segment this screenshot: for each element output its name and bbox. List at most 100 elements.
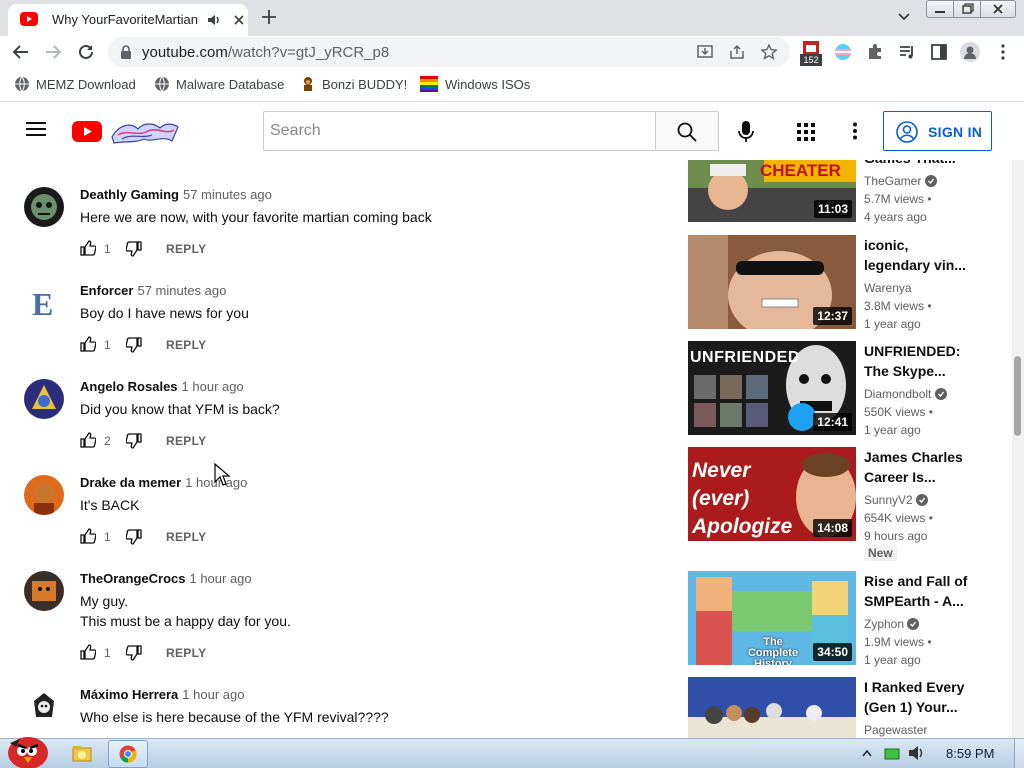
battery-icon[interactable] [884, 747, 900, 761]
recommended-video[interactable]: UNFRIENDED 12:41 UNFRIENDED: The Skype..… [688, 341, 1008, 441]
video-title[interactable]: UNFRIENDED: The Skype... [864, 341, 982, 381]
lock-icon[interactable] [120, 45, 132, 59]
youtube-logo[interactable] [72, 119, 180, 145]
taskbar-clock[interactable]: 8:59 PM [946, 746, 994, 761]
author-name[interactable]: Máximo Herrera [80, 687, 178, 702]
taskbar-chrome-button[interactable] [108, 740, 148, 768]
video-channel[interactable]: SunnyV2 [864, 491, 929, 509]
video-thumbnail[interactable]: The Complete History 34:50 [688, 571, 856, 665]
bookmark-bonzi-buddy[interactable]: Bonzi BUDDY! [300, 76, 410, 94]
comment-time[interactable]: 1 hour ago [182, 687, 244, 702]
recommended-video[interactable]: The Complete History 34:50 Rise and Fall… [688, 571, 1008, 671]
sign-in-button[interactable]: SIGN IN [883, 111, 992, 151]
thumbs-down-icon[interactable] [126, 241, 142, 257]
thumbs-up-icon[interactable] [80, 528, 96, 544]
author-name[interactable]: Deathly Gaming [80, 187, 179, 202]
browser-tab[interactable]: Why YourFavoriteMartian [8, 4, 248, 36]
comment-author[interactable]: TheOrangeCrocs 1 hour ago [80, 571, 252, 586]
thumbs-down-icon[interactable] [126, 529, 142, 545]
back-arrow-icon[interactable] [12, 43, 30, 61]
video-title[interactable]: James Charles Career Is... [864, 447, 982, 487]
reply-button[interactable]: REPLY [166, 530, 206, 544]
video-title[interactable]: Rise and Fall of SMPEarth - A... [864, 571, 982, 611]
video-channel[interactable]: TheGamer [864, 172, 937, 190]
comment-time[interactable]: 57 minutes ago [183, 187, 272, 202]
bookmark-memz-download[interactable]: MEMZ Download [14, 76, 144, 94]
page-scrollbar[interactable] [1012, 160, 1024, 738]
window-close-button[interactable] [980, 0, 1016, 18]
voice-search-microphone-icon[interactable] [737, 121, 755, 143]
window-minimize-button[interactable] [926, 0, 954, 18]
author-name[interactable]: TheOrangeCrocs [80, 571, 185, 586]
thumbs-down-icon[interactable] [126, 645, 142, 661]
new-tab-button[interactable] [260, 8, 278, 26]
reply-button[interactable]: REPLY [166, 434, 206, 448]
thumbs-up-icon[interactable] [80, 432, 96, 448]
hamburger-menu-icon[interactable] [26, 121, 46, 137]
avatar[interactable]: E [24, 283, 64, 323]
install-app-icon[interactable] [696, 43, 714, 61]
close-tab-icon[interactable] [232, 13, 246, 27]
comment-time[interactable]: 1 hour ago [189, 571, 251, 586]
recommended-video[interactable]: 12:37 iconic, legendary vin... Warenya 3… [688, 235, 1008, 335]
window-restore-button[interactable] [953, 0, 981, 18]
video-channel[interactable]: Pagewaster [864, 721, 927, 738]
video-title[interactable]: I Ranked Every (Gen 1) Your... [864, 677, 982, 717]
search-box[interactable] [263, 111, 656, 151]
comment-author[interactable]: Deathly Gaming 57 minutes ago [80, 187, 272, 202]
start-button-angry-bird-icon[interactable] [4, 729, 50, 768]
scrollbar-thumb[interactable] [1014, 356, 1021, 436]
thumbs-down-icon[interactable] [126, 337, 142, 353]
comment-author[interactable]: Angelo Rosales 1 hour ago [80, 379, 244, 394]
reload-icon[interactable] [77, 43, 95, 61]
extensions-puzzle-icon[interactable] [866, 43, 884, 61]
recommended-video[interactable]: CHEATER 11:03 Games That... TheGamer 5.7… [688, 160, 1008, 230]
bookmark-windows-isos[interactable]: Windows ISOs [420, 76, 532, 94]
thumbs-down-icon[interactable] [126, 433, 142, 449]
media-control-icon[interactable] [898, 43, 916, 61]
comment-time[interactable]: 57 minutes ago [137, 283, 226, 298]
settings-more-icon[interactable] [846, 122, 864, 140]
search-button[interactable] [655, 111, 719, 151]
author-name[interactable]: Enforcer [80, 283, 133, 298]
comment-time[interactable]: 1 hour ago [182, 379, 244, 394]
show-desktop-button[interactable] [1014, 739, 1024, 768]
comment-author[interactable]: Enforcer 57 minutes ago [80, 283, 226, 298]
avatar[interactable] [24, 475, 64, 515]
avatar[interactable] [24, 187, 64, 227]
video-thumbnail[interactable]: CHEATER 11:03 [688, 160, 856, 222]
volume-icon[interactable] [908, 745, 926, 761]
side-panel-icon[interactable] [930, 43, 948, 61]
avatar[interactable] [24, 687, 64, 727]
video-title[interactable]: Games That... [864, 160, 982, 168]
thumbs-up-icon[interactable] [80, 240, 96, 256]
extension-flag-icon[interactable] [834, 43, 852, 61]
video-thumbnail[interactable] [688, 677, 856, 738]
url-text[interactable]: youtube.com/watch?v=gtJ_yRCR_p8 [142, 44, 389, 61]
video-title[interactable]: iconic, legendary vin... [864, 235, 982, 275]
file-explorer-icon[interactable] [72, 744, 92, 762]
recommended-video[interactable]: Never (ever) Apologize 14:08 James Charl… [688, 447, 1008, 567]
share-icon[interactable] [728, 43, 746, 61]
video-channel[interactable]: Zyphon [864, 615, 920, 633]
author-name[interactable]: Angelo Rosales [80, 379, 178, 394]
author-name[interactable]: Drake da memer [80, 475, 181, 490]
video-channel[interactable]: Warenya [864, 279, 912, 297]
audio-playing-icon[interactable] [206, 12, 222, 28]
browser-menu-icon[interactable] [994, 43, 1012, 61]
forward-arrow-icon[interactable] [44, 43, 62, 61]
apps-grid-icon[interactable] [797, 123, 815, 141]
video-thumbnail[interactable]: Never (ever) Apologize 14:08 [688, 447, 856, 541]
avatar[interactable] [24, 571, 64, 611]
thumbs-up-icon[interactable] [80, 644, 96, 660]
address-bar[interactable]: youtube.com/watch?v=gtJ_yRCR_p8 [108, 37, 790, 67]
recommended-video[interactable]: I Ranked Every (Gen 1) Your... Pagewaste… [688, 677, 1008, 738]
show-hidden-icons-icon[interactable] [862, 749, 872, 757]
reply-button[interactable]: REPLY [166, 646, 206, 660]
extension-calendar-icon[interactable]: 152 [800, 39, 822, 67]
search-input[interactable] [270, 120, 640, 142]
comment-author[interactable]: Máximo Herrera 1 hour ago [80, 687, 244, 702]
video-thumbnail[interactable]: 12:37 [688, 235, 856, 329]
thumbs-up-icon[interactable] [80, 336, 96, 352]
video-channel[interactable]: Diamondbolt [864, 385, 947, 403]
